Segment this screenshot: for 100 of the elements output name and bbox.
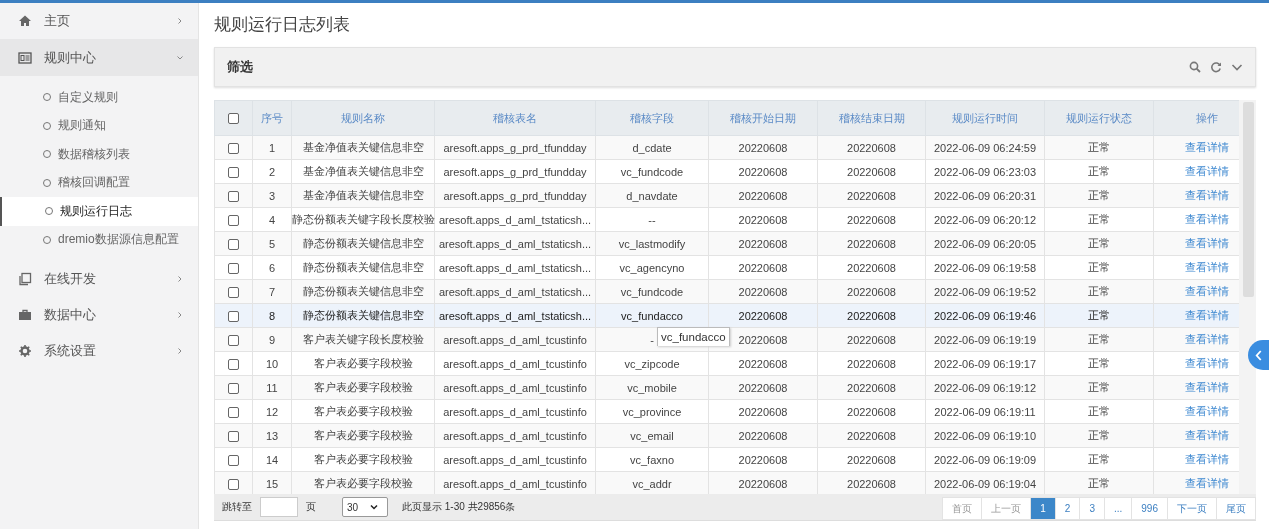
sidebar-item[interactable]: 主页 <box>0 3 198 39</box>
table-row[interactable]: 13 客户表必要字段校验 aresoft.apps_d_aml_tcustinfo vc_email 20220608 20220608 2022-06-09 06:19:10 正常 查看详情 <box>214 423 1239 448</box>
copy-icon <box>18 272 32 286</box>
page-button[interactable]: 下一页 <box>1168 497 1217 520</box>
page-label: 页 <box>306 500 316 514</box>
sidebar-subitem[interactable]: 稽核回调配置 <box>0 168 198 197</box>
column-header[interactable]: 规则运行状态 <box>1044 100 1154 136</box>
page-button[interactable]: 996 <box>1132 497 1168 520</box>
table-row[interactable]: 5 静态份额表关键信息非空 aresoft.apps_d_aml_tstaticsh... vc_lastmodify 20220608 20220608 2022-06-09 06:20:05 正常 查看详情 <box>214 231 1239 256</box>
table-row[interactable]: 4 静态份额表关键字段长度校验 aresoft.apps_d_aml_tstaticsh... -- 20220608 20220608 2022-06-09 06:20:12 正常 查看详情 <box>214 207 1239 232</box>
sidebar-subitem[interactable]: dremio数据源信息配置 <box>0 225 198 254</box>
sidebar-subitem[interactable]: 自定义规则 <box>0 83 198 112</box>
table-row[interactable]: 7 静态份额表关键信息非空 aresoft.apps_d_aml_tstaticsh... vc_fundcode 20220608 20220608 2022-06-09 06:19:52 正常 查看详情 <box>214 279 1239 304</box>
checkbox[interactable] <box>228 190 239 202</box>
table-cell: vc_zipcode <box>624 357 680 370</box>
page-button[interactable]: 3 <box>1080 497 1105 520</box>
page-button[interactable]: 尾页 <box>1217 497 1256 520</box>
table-cell: 20220608 <box>847 237 896 250</box>
table-cell: aresoft.apps_d_aml_tcustinfo <box>443 381 587 394</box>
sidebar-item[interactable]: 规则中心 <box>0 39 198 76</box>
search-icon[interactable] <box>1189 61 1201 73</box>
table-row[interactable]: 6 静态份额表关键信息非空 aresoft.apps_d_aml_tstaticsh... vc_agencyno 20220608 20220608 2022-06-09 06:19:58 正常 查看详情 <box>214 255 1239 280</box>
table-cell: vc_mobile <box>627 381 677 394</box>
sidebar-subitem[interactable]: 规则运行日志 <box>0 197 198 226</box>
table-cell: 20220608 <box>847 261 896 274</box>
table-cell: 正常 <box>1088 453 1110 465</box>
checkbox[interactable] <box>228 262 239 274</box>
table-cell: aresoft.apps_g_prd_tfundday <box>443 141 587 154</box>
page-number-field[interactable] <box>260 497 298 517</box>
table-cell: 基金净值表关键信息非空 <box>302 141 424 153</box>
column-header[interactable]: 稽核表名 <box>434 100 596 136</box>
checkbox[interactable] <box>228 310 239 322</box>
table-cell: 20220608 <box>847 477 896 490</box>
checkbox[interactable] <box>228 286 239 298</box>
checkbox[interactable] <box>228 214 239 226</box>
table-cell: 3 <box>268 189 276 202</box>
table-row[interactable]: 1 基金净值表关键信息非空 aresoft.apps_g_prd_tfundday d_cdate 20220608 20220608 2022-06-09 06:24:59 正常 查看详情 <box>214 135 1239 160</box>
checkbox[interactable] <box>228 238 239 250</box>
table-cell: 10 <box>265 357 279 370</box>
briefcase-icon <box>18 308 32 322</box>
table-row[interactable]: 11 客户表必要字段校验 aresoft.apps_d_aml_tcustinfo vc_mobile 20220608 20220608 2022-06-09 06:19:12 正常 查看详情 <box>214 375 1239 400</box>
checkbox[interactable] <box>228 113 239 125</box>
table-cell: 正常 <box>1088 189 1110 201</box>
page-button[interactable]: ... <box>1104 497 1133 520</box>
checkbox[interactable] <box>228 478 239 490</box>
column-header[interactable]: 序号 <box>252 100 292 136</box>
table-cell: 1 <box>268 141 276 154</box>
table-cell: 正常 <box>1088 333 1110 345</box>
table-cell: 20220608 <box>847 189 896 202</box>
table-cell: 正常 <box>1088 381 1110 393</box>
column-header[interactable]: 规则名称 <box>291 100 435 136</box>
table-cell: 12 <box>265 405 279 418</box>
column-header[interactable]: 规则运行时间 <box>925 100 1045 136</box>
table-row[interactable]: 15 客户表必要字段校验 aresoft.apps_d_aml_tcustinfo vc_addr 20220608 20220608 2022-06-09 06:19:04 正常 查看详情 <box>214 471 1239 494</box>
refresh-icon[interactable] <box>1210 61 1222 73</box>
table-cell: aresoft.apps_d_aml_tcustinfo <box>443 357 587 370</box>
checkbox[interactable] <box>228 334 239 346</box>
sidebar-item[interactable]: 系统设置 <box>0 333 198 369</box>
table-cell: 20220608 <box>738 141 788 154</box>
table-row[interactable]: 14 客户表必要字段校验 aresoft.apps_d_aml_tcustinfo vc_faxno 20220608 20220608 2022-06-09 06:19:09 正常 查看详情 <box>214 447 1239 472</box>
column-header[interactable]: 操作 <box>1153 100 1239 136</box>
table-cell: aresoft.apps_d_aml_tstaticsh... <box>438 309 592 322</box>
table-row[interactable]: 10 客户表必要字段校验 aresoft.apps_d_aml_tcustinfo vc_zipcode 20220608 20220608 2022-06-09 06:19:17 正常 查看详情 <box>214 351 1239 376</box>
table-cell: 客户表必要字段校验 <box>313 429 413 441</box>
table-cell: aresoft.apps_d_aml_tstaticsh... <box>438 213 592 226</box>
table-row[interactable]: 8 静态份额表关键信息非空 aresoft.apps_d_aml_tstaticsh... vc_fundacco 20220608 20220608 2022-06-09 06:19:46 正常 查看详情 <box>214 303 1239 328</box>
table-cell: 客户表必要字段校验 <box>313 477 413 489</box>
sidebar-item[interactable]: 在线开发 <box>0 261 198 297</box>
page-button[interactable]: 2 <box>1055 497 1081 520</box>
checkbox[interactable] <box>228 166 239 178</box>
table-cell: aresoft.apps_d_aml_tstaticsh... <box>438 237 592 250</box>
table-row[interactable]: 3 基金净值表关键信息非空 aresoft.apps_g_prd_tfundday d_navdate 20220608 20220608 2022-06-09 06:20:31 正常 查看详情 <box>214 183 1239 208</box>
table-row[interactable]: 2 基金净值表关键信息非空 aresoft.apps_g_prd_tfundday vc_fundcode 20220608 20220608 2022-06-09 06:23:03 正常 查看详情 <box>214 159 1239 184</box>
column-header[interactable]: 稽核结束日期 <box>817 100 926 136</box>
page-button[interactable]: 首页 <box>942 497 983 520</box>
table-cell: 正常 <box>1088 237 1110 249</box>
checkbox[interactable] <box>228 406 239 418</box>
table-cell: d_navdate <box>626 189 678 202</box>
table-cell: vc_fundcode <box>620 165 684 178</box>
checkbox[interactable] <box>228 430 239 442</box>
sidebar-subitem[interactable]: 规则通知 <box>0 111 198 140</box>
column-header[interactable]: 稽核开始日期 <box>708 100 818 136</box>
table-cell: 20220608 <box>738 477 788 490</box>
table-cell: 2022-06-09 06:19:19 <box>933 333 1037 346</box>
checkbox[interactable] <box>228 358 239 370</box>
sidebar-subitem[interactable]: 数据稽核列表 <box>0 140 198 169</box>
checkbox[interactable] <box>228 382 239 394</box>
page-button[interactable]: 1 <box>1031 497 1056 520</box>
table-cell: aresoft.apps_d_aml_tcustinfo <box>443 333 587 346</box>
table-cell: 2 <box>268 165 276 178</box>
table-cell: 2022-06-09 06:19:04 <box>933 477 1037 490</box>
sidebar-item[interactable]: 数据中心 <box>0 297 198 333</box>
page-size-select[interactable]: 30 <box>342 497 388 517</box>
table-cell: 20220608 <box>738 165 788 178</box>
checkbox[interactable] <box>228 454 239 466</box>
table-cell: 2022-06-09 06:19:58 <box>933 261 1037 274</box>
table-row[interactable]: 12 客户表必要字段校验 aresoft.apps_d_aml_tcustinfo vc_province 20220608 20220608 2022-06-09 06:19:11 正常 查看详情 <box>214 399 1239 424</box>
table-cell: aresoft.apps_g_prd_tfundday <box>443 165 587 178</box>
checkbox[interactable] <box>228 142 239 154</box>
column-header[interactable]: 稽核字段 <box>595 100 709 136</box>
